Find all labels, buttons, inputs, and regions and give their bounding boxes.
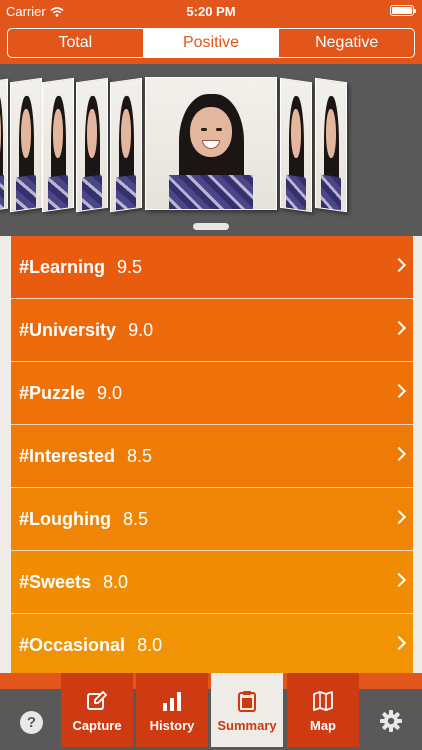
topic-score: 9.5: [117, 256, 143, 277]
gear-icon[interactable]: [379, 709, 403, 733]
photo-thumbnail[interactable]: [315, 77, 347, 213]
clipboard-icon: [238, 691, 256, 712]
tab-history[interactable]: History: [136, 673, 208, 747]
topic-tag: #University: [19, 319, 117, 340]
tab-label: Summary: [217, 718, 277, 733]
list-item[interactable]: #University 9.0: [11, 299, 413, 362]
photo-thumbnail[interactable]: [0, 78, 8, 212]
tab-label: History: [149, 718, 195, 733]
list-item[interactable]: #Sweets 8.0: [11, 551, 413, 614]
topic-tag: #Occasional: [19, 634, 126, 655]
segment-negative[interactable]: Negative: [279, 29, 414, 57]
photo-thumbnail[interactable]: [42, 77, 74, 213]
photo-thumbnail[interactable]: [110, 77, 142, 213]
filter-segmented-control: Total Positive Negative: [7, 28, 415, 58]
list-item[interactable]: #Loughing 8.5: [11, 488, 413, 551]
topic-tag: #Sweets: [19, 571, 92, 592]
tab-summary[interactable]: Summary: [211, 673, 283, 747]
drag-handle[interactable]: [193, 223, 229, 230]
photo-thumbnail[interactable]: [10, 77, 42, 213]
map-icon: [313, 691, 333, 711]
topic-score: 8.5: [122, 508, 149, 529]
list-item[interactable]: #Puzzle 9.0: [11, 362, 413, 425]
tab-map[interactable]: Map: [287, 673, 359, 747]
battery-icon: [390, 5, 416, 16]
photo-thumbnail[interactable]: [280, 77, 312, 213]
photo-carousel[interactable]: [0, 64, 422, 236]
topic-tag: #Interested: [19, 445, 116, 466]
topic-score: 8.0: [137, 634, 163, 655]
help-button[interactable]: ?: [20, 711, 43, 734]
topic-score: 9.0: [97, 382, 123, 403]
chevron-right-icon: [391, 383, 407, 399]
tab-label: Map: [310, 718, 336, 733]
chevron-right-icon: [391, 446, 407, 462]
header-bar: Total Positive Negative: [0, 22, 422, 64]
chevron-right-icon: [391, 635, 407, 651]
status-bar: Carrier 5:20 PM: [0, 0, 422, 22]
tab-capture[interactable]: Capture: [61, 673, 133, 747]
topic-tag: #Puzzle: [19, 382, 86, 403]
bar-chart-icon: [163, 692, 181, 711]
edit-icon: [87, 690, 108, 710]
topic-list: #Learning 9.5 #University 9.0 #Puzzle 9.…: [11, 236, 413, 677]
list-item[interactable]: #Occasional 8.0: [11, 614, 413, 677]
chevron-right-icon: [391, 509, 407, 525]
photo-thumbnail[interactable]: [76, 77, 108, 213]
topic-score: 8.5: [127, 445, 153, 466]
list-item[interactable]: #Learning 9.5: [11, 236, 413, 299]
status-time: 5:20 PM: [186, 4, 236, 19]
topic-tag: #Learning: [19, 256, 106, 277]
list-item[interactable]: #Interested 8.5: [11, 425, 413, 488]
tab-label: Capture: [72, 718, 122, 733]
segment-total[interactable]: Total: [8, 29, 144, 57]
chevron-right-icon: [391, 320, 407, 336]
topic-tag: #Loughing: [19, 508, 111, 529]
topic-score: 8.0: [103, 571, 129, 592]
segment-positive[interactable]: Positive: [143, 29, 280, 57]
tab-bar: ? Capture History Summary Map: [0, 673, 422, 750]
topic-score: 9.0: [128, 319, 154, 340]
photo-selected[interactable]: [145, 77, 277, 210]
chevron-right-icon: [391, 572, 407, 588]
chevron-right-icon: [391, 257, 407, 273]
